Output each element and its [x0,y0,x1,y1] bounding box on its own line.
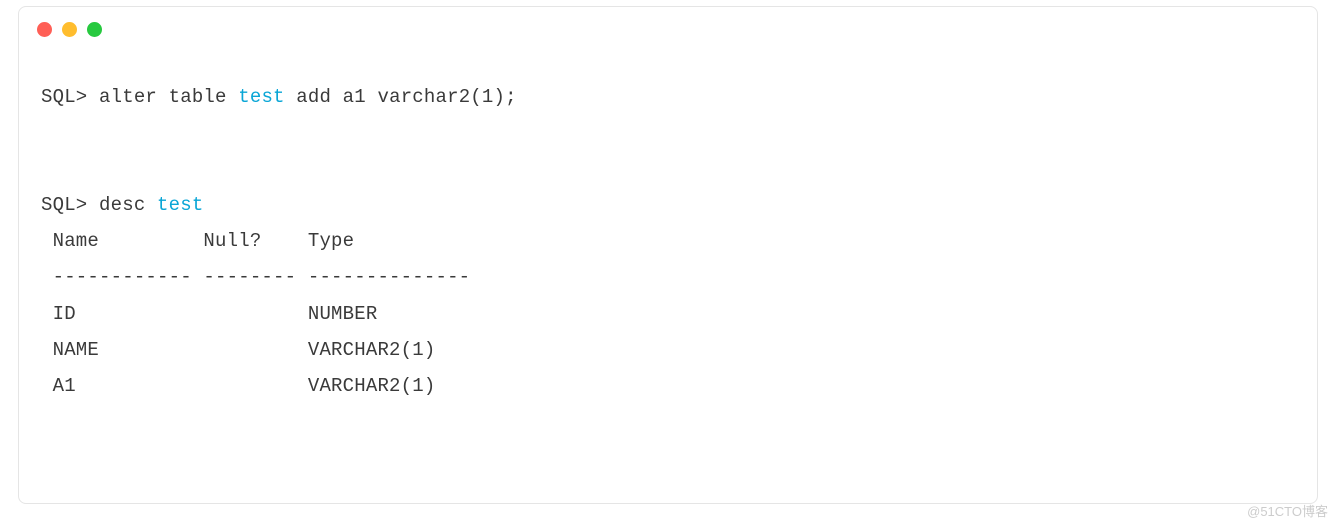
sql-prompt: SQL> [41,86,99,108]
sql-text: alter table [99,86,238,108]
desc-row: NAME VARCHAR2(1) [41,339,435,361]
desc-header: Name Null? Type [41,230,354,252]
desc-row: A1 VARCHAR2(1) [41,375,435,397]
close-icon [37,22,52,37]
sql-highlight-test: test [238,86,284,108]
sql-text: add a1 varchar2(1); [285,86,517,108]
watermark: @51CTO博客 [1247,501,1328,520]
desc-row: ID NUMBER [41,303,377,325]
desc-divider: ------------ -------- -------------- [41,266,470,288]
zoom-icon [87,22,102,37]
window-titlebar [19,7,1317,51]
sql-prompt: SQL> [41,194,99,216]
minimize-icon [62,22,77,37]
code-window: SQL> alter table test add a1 varchar2(1)… [18,6,1318,504]
sql-highlight-test: test [157,194,203,216]
sql-text: desc [99,194,157,216]
code-block: SQL> alter table test add a1 varchar2(1)… [19,51,1317,414]
